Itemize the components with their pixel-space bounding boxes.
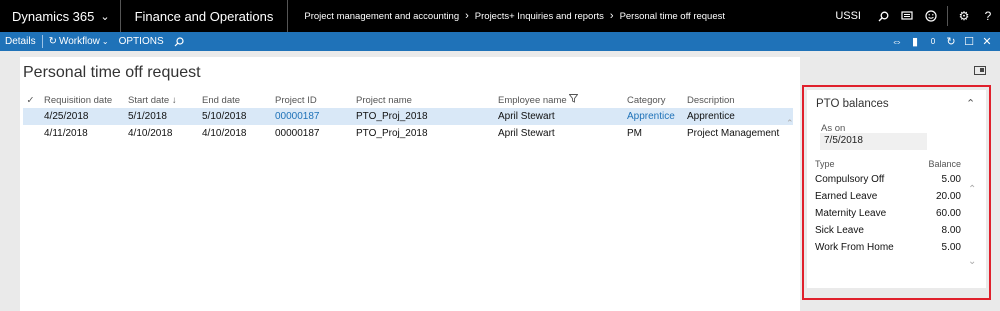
filter-icon [568, 94, 579, 106]
refresh-icon[interactable]: ↻ [942, 35, 960, 48]
pto-type: Maternity Leave [815, 208, 887, 219]
cell-project-name: PTO_Proj_2018 [356, 111, 428, 122]
list-item: Sick Leave 8.00 [815, 222, 965, 239]
close-icon[interactable]: ✕ [978, 35, 996, 48]
workflow-button[interactable]: ↻ Workflow ⌄ [44, 32, 114, 51]
module-name[interactable]: Finance and Operations [121, 0, 289, 32]
column-header-balance: Balance [928, 159, 961, 169]
sort-descending-icon: ↓ [171, 94, 177, 106]
table-row[interactable]: 4/11/2018 4/10/2018 4/10/2018 00000187 P… [23, 125, 793, 142]
chevron-down-icon: ⌄ [100, 10, 110, 23]
page-title: Personal time off request [23, 64, 201, 81]
pto-type: Work From Home [815, 242, 894, 253]
breadcrumb-item-pma[interactable]: Project management and accounting [304, 11, 459, 22]
cell-end-date: 4/10/2018 [202, 128, 247, 139]
office-icon[interactable]: ▮ [906, 35, 924, 48]
column-header-project-name[interactable]: Project name [350, 95, 492, 106]
cell-project-id: 00000187 [275, 128, 320, 139]
column-header-employee-name[interactable]: Employee name [492, 94, 621, 106]
list-item: Work From Home 5.00 [815, 239, 965, 256]
column-header-end-date[interactable]: End date [196, 95, 269, 106]
pto-scroll-down-icon[interactable]: ⌄ [968, 256, 976, 267]
pto-balance: 20.00 [935, 191, 961, 202]
cell-requisition-date: 4/25/2018 [44, 111, 89, 122]
notification-icon[interactable]: 0 [924, 37, 942, 46]
start-date-label: Start date [128, 94, 170, 106]
pto-request-grid: ✓ Requisition date Start date ↓ End date… [23, 92, 793, 142]
pto-balances-table: Type Balance Compulsory Off 5.00 Earned … [815, 157, 965, 256]
options-tab[interactable]: OPTIONS [114, 32, 169, 51]
app-name: Dynamics 365 [12, 8, 95, 24]
pto-type: Sick Leave [815, 225, 864, 236]
cell-project-name: PTO_Proj_2018 [356, 128, 428, 139]
factbox-toggle-icon[interactable] [974, 66, 986, 75]
workflow-label: Workflow [58, 36, 100, 47]
grid-header: ✓ Requisition date Start date ↓ End date… [23, 92, 793, 108]
column-header-start-date[interactable]: Start date ↓ [122, 95, 196, 106]
pto-balance: 60.00 [935, 208, 961, 219]
cell-requisition-date: 4/11/2018 [44, 128, 88, 139]
employee-name-label: Employee name [498, 95, 567, 106]
pto-table-header: Type Balance [815, 157, 965, 171]
list-item: Compulsory Off 5.00 [815, 171, 965, 188]
collapse-chevron-up-icon[interactable]: ⌃ [966, 97, 975, 110]
grid-scroll-up-icon[interactable]: ⌃ [786, 118, 794, 129]
action-pane: Details ↻ Workflow ⌄ OPTIONS ⇔ ▮ 0 ↻ ☐ ✕ [0, 32, 1000, 51]
column-header-type: Type [815, 159, 835, 169]
search-icon[interactable] [871, 0, 895, 32]
chevron-right-icon: › [609, 10, 614, 22]
pto-type: Compulsory Off [815, 174, 885, 185]
search-icon[interactable] [169, 32, 189, 51]
breadcrumb-item-pto[interactable]: Personal time off request [620, 11, 725, 22]
cell-category: PM [627, 128, 642, 139]
chevron-right-icon: › [465, 10, 469, 22]
select-all-checkmark-icon[interactable]: ✓ [23, 95, 38, 106]
feedback-smiley-icon[interactable] [919, 0, 943, 32]
pto-balance: 5.00 [941, 242, 961, 253]
message-icon[interactable] [895, 0, 919, 32]
cell-start-date: 4/10/2018 [128, 128, 173, 139]
cell-end-date: 5/10/2018 [202, 111, 247, 122]
pto-balance: 5.00 [941, 174, 961, 185]
cell-project-id-link[interactable]: 00000187 [269, 111, 350, 122]
company-picker[interactable]: USSI [825, 10, 871, 22]
breadcrumb-item-inquiries[interactable]: Projects+ Inquiries and reports [475, 11, 604, 22]
link-icon[interactable]: ⇔ [888, 36, 906, 48]
divider [947, 6, 948, 26]
table-row[interactable]: 4/25/2018 5/1/2018 5/10/2018 00000187 PT… [23, 108, 793, 125]
column-header-requisition-date[interactable]: Requisition date [38, 95, 122, 106]
cell-employee-name: April Stewart [498, 111, 555, 122]
column-header-description[interactable]: Description [681, 95, 791, 106]
pto-type: Earned Leave [815, 191, 878, 202]
pto-balances-title: PTO balances [816, 98, 889, 110]
as-on-date-field: 7/5/2018 [820, 133, 927, 150]
app-switcher[interactable]: Dynamics 365 ⌄ [0, 0, 121, 32]
open-new-window-icon[interactable]: ☐ [960, 35, 978, 48]
pto-scroll-up-icon[interactable]: ⌃ [968, 184, 976, 195]
settings-gear-icon[interactable]: ⚙ [952, 0, 976, 32]
list-item: Maternity Leave 60.00 [815, 205, 965, 222]
top-nav-bar: Dynamics 365 ⌄ Finance and Operations Pr… [0, 0, 1000, 32]
column-header-category[interactable]: Category [621, 95, 681, 106]
cell-employee-name: April Stewart [498, 128, 555, 139]
help-icon[interactable]: ? [976, 0, 1000, 32]
cell-start-date: 5/1/2018 [128, 111, 167, 122]
pto-balance: 8.00 [941, 225, 961, 236]
divider [41, 35, 43, 48]
list-item: Earned Leave 20.00 [815, 188, 965, 205]
workflow-refresh-icon: ↻ [48, 36, 57, 47]
column-header-project-id[interactable]: Project ID [269, 95, 350, 106]
breadcrumb: Project management and accounting › Proj… [288, 10, 825, 22]
cell-description: Project Management [687, 128, 780, 139]
details-button[interactable]: Details [0, 32, 41, 51]
cell-description: Apprentice [687, 111, 735, 122]
notification-count: 0 [930, 37, 936, 46]
chevron-down-icon: ⌄ [101, 37, 109, 46]
cell-category-link[interactable]: Apprentice [621, 111, 681, 122]
